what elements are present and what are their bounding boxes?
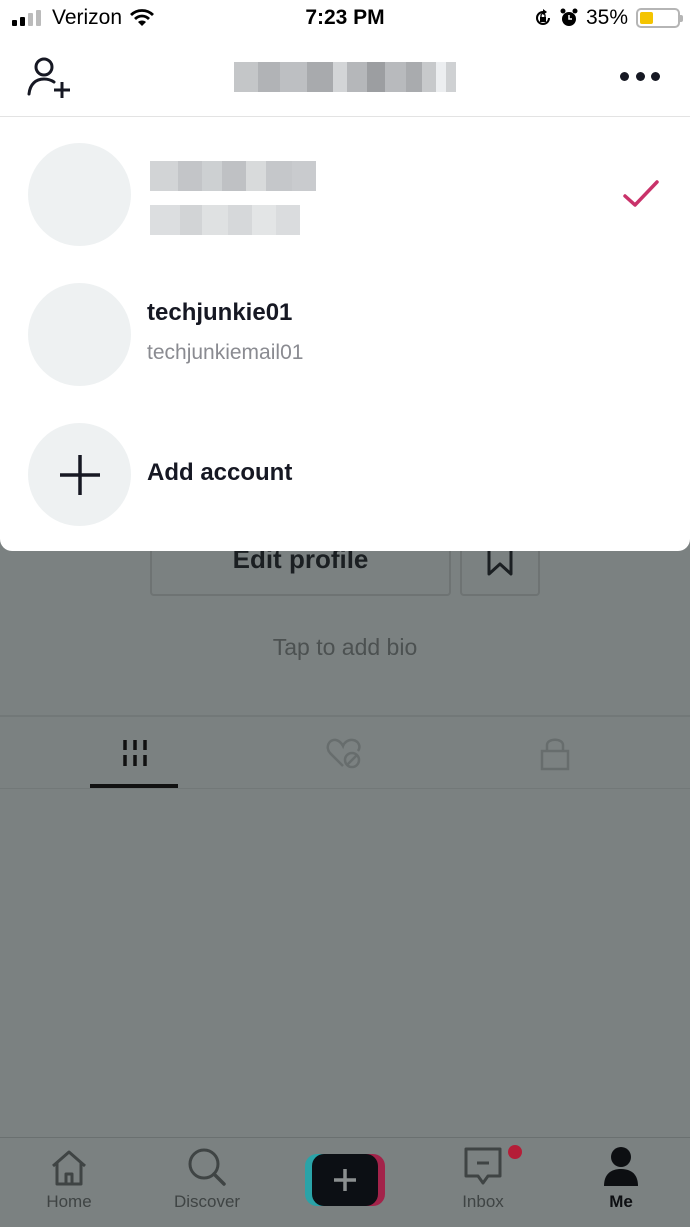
nav-discover[interactable]: Discover: [138, 1138, 276, 1227]
nav-inbox-label: Inbox: [462, 1192, 504, 1211]
add-user-icon: [27, 57, 70, 98]
nav-me[interactable]: Me: [552, 1138, 690, 1227]
status-bar: Verizon 7:23 PM 35%: [0, 0, 690, 38]
tab-liked[interactable]: [230, 720, 460, 786]
account-switcher-panel: Verizon 7:23 PM 35% techjunkie01 techjun…: [0, 0, 690, 551]
lock-icon: [540, 738, 570, 771]
battery-percent: 35%: [585, 6, 628, 29]
add-account-button[interactable]: Add account: [0, 423, 690, 533]
nav-home[interactable]: Home: [0, 1138, 138, 1227]
nav-me-label: Me: [609, 1192, 633, 1211]
tab-videos[interactable]: [20, 720, 250, 786]
account-username-redacted: [150, 161, 316, 191]
account-item-techjunkie01[interactable]: techjunkie01 techjunkiemail01: [0, 283, 690, 393]
nav-discover-label: Discover: [173, 1192, 241, 1211]
nav-inbox[interactable]: Inbox: [414, 1138, 552, 1227]
tabs-divider: [0, 715, 690, 717]
more-options-icon: [620, 71, 629, 81]
create-button[interactable]: [305, 1154, 385, 1206]
search-icon: [188, 1148, 226, 1186]
create-plus-icon: [334, 1169, 356, 1191]
profile-icon: [604, 1147, 638, 1186]
selected-check-icon: [623, 180, 659, 207]
account-handle: techjunkiemail01: [147, 341, 304, 364]
header: [0, 40, 690, 117]
add-account-circle: [28, 423, 131, 526]
account-item-current[interactable]: [0, 143, 690, 253]
add-account-label: Add account: [147, 459, 293, 486]
tab-private[interactable]: [440, 720, 670, 786]
liked-hidden-icon: [326, 738, 361, 769]
bottom-nav: Home Discover Inbox Me: [0, 1137, 690, 1227]
bio-placeholder[interactable]: Tap to add bio: [0, 634, 690, 661]
orientation-lock-icon: [536, 9, 550, 25]
avatar: [28, 283, 131, 386]
home-icon: [52, 1150, 86, 1186]
more-options-button[interactable]: [620, 66, 660, 86]
alarm-icon: [560, 8, 578, 26]
account-username: techjunkie01: [147, 299, 293, 326]
plus-icon: [59, 454, 100, 495]
avatar: [28, 143, 131, 246]
nav-home-label: Home: [46, 1192, 92, 1211]
inbox-icon: [464, 1147, 502, 1185]
battery-icon: [636, 8, 683, 28]
username-title-redacted[interactable]: [234, 62, 456, 92]
add-user-button[interactable]: [26, 56, 76, 100]
tabs-divider: [0, 788, 690, 789]
inbox-notification-badge: [508, 1145, 522, 1159]
grid-icon: [123, 740, 147, 766]
account-handle-redacted: [150, 205, 300, 235]
